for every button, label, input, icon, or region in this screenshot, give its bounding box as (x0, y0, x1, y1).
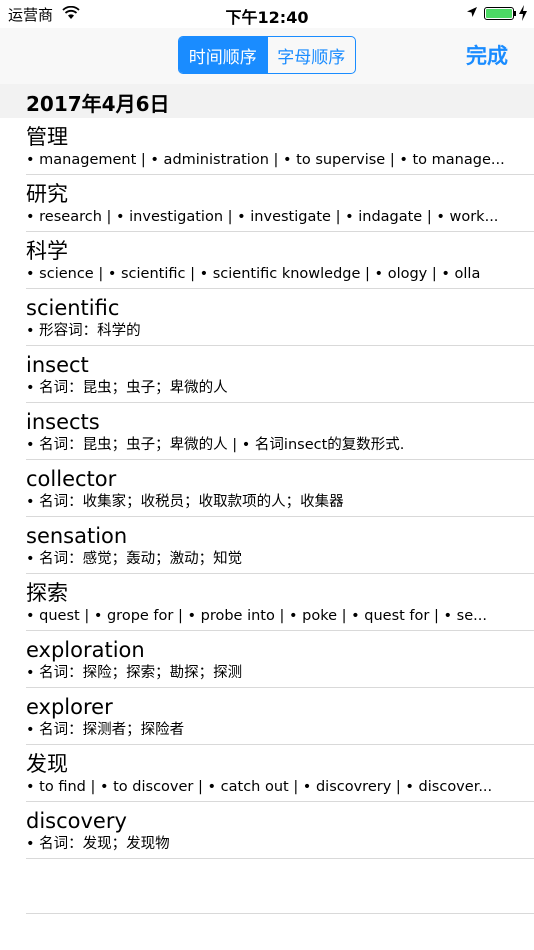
entry-word: insects (26, 410, 100, 434)
entry-word: collector (26, 467, 117, 491)
entry-word: 探索 (26, 581, 68, 605)
word-list: 管理 • management | • administration | • t… (0, 118, 534, 859)
list-item[interactable]: insect • 名词：昆虫；虫子；卑微的人 (26, 346, 534, 403)
entry-word: 管理 (26, 125, 68, 149)
entry-word: insect (26, 353, 89, 377)
status-bar: 运营商 下午12:40 (0, 0, 534, 28)
entry-word: sensation (26, 524, 128, 548)
entry-word: 科学 (26, 239, 68, 263)
entry-word: exploration (26, 638, 145, 662)
entry-word: explorer (26, 695, 113, 719)
entry-definition: • 名词：昆虫；虫子；卑微的人 | • 名词insect的复数形式. (26, 437, 405, 453)
battery-icon (484, 7, 514, 20)
list-item[interactable]: exploration • 名词：探险；探索；勘探；探测 (26, 631, 534, 688)
entry-definition: • 名词：收集家；收税员；收取款项的人；收集器 (26, 494, 344, 510)
entry-definition: • 名词：发现；发现物 (26, 836, 170, 852)
entry-word: 研究 (26, 182, 68, 206)
list-item[interactable]: 探索 • quest | • grope for | • probe into … (26, 574, 534, 631)
entry-definition: • research | • investigation | • investi… (26, 209, 499, 225)
section-header: 2017年4月6日 (0, 84, 534, 118)
entry-definition: • 名词：昆虫；虫子；卑微的人 (26, 380, 228, 396)
entry-definition: • to find | • to discover | • catch out … (26, 779, 493, 795)
entry-word: 发现 (26, 752, 68, 776)
entry-word: scientific (26, 296, 120, 320)
segment-time-order[interactable]: 时间顺序 (179, 37, 267, 73)
list-item[interactable]: 研究 • research | • investigation | • inve… (26, 175, 534, 232)
list-item[interactable]: insects • 名词：昆虫；虫子；卑微的人 | • 名词insect的复数形… (26, 403, 534, 460)
navigation-bar: 时间顺序 字母顺序 完成 (0, 28, 534, 85)
list-item[interactable]: sensation • 名词：感觉；轰动；激动；知觉 (26, 517, 534, 574)
list-item[interactable]: 发现 • to find | • to discover | • catch o… (26, 745, 534, 802)
entry-definition: • science | • scientific | • scientific … (26, 266, 481, 282)
list-item[interactable]: discovery • 名词：发现；发现物 (26, 802, 534, 859)
entry-word: discovery (26, 809, 127, 833)
entry-definition: • 名词：探测者；探险者 (26, 722, 185, 738)
charging-bolt-icon (519, 5, 527, 21)
empty-row-separator (26, 913, 534, 914)
list-item[interactable]: collector • 名词：收集家；收税员；收取款项的人；收集器 (26, 460, 534, 517)
sort-order-segmented-control: 时间顺序 字母顺序 (178, 36, 356, 74)
battery-tip (514, 11, 516, 16)
list-item[interactable]: 管理 • management | • administration | • t… (26, 118, 534, 175)
list-item[interactable]: scientific • 形容词：科学的 (26, 289, 534, 346)
status-time: 下午12:40 (225, 8, 309, 27)
entry-definition: • 名词：探险；探索；勘探；探测 (26, 665, 243, 681)
done-button[interactable]: 完成 (466, 40, 508, 70)
segment-alphabetical-order[interactable]: 字母顺序 (266, 37, 356, 73)
list-item[interactable]: explorer • 名词：探测者；探险者 (26, 688, 534, 745)
location-arrow-icon (467, 7, 477, 17)
entry-definition: • quest | • grope for | • probe into | •… (26, 608, 487, 624)
entry-definition: • management | • administration | • to s… (26, 152, 505, 168)
entry-definition: • 形容词：科学的 (26, 323, 141, 339)
entry-definition: • 名词：感觉；轰动；激动；知觉 (26, 551, 243, 567)
section-date: 2017年4月6日 (26, 92, 170, 116)
list-item[interactable]: 科学 • science | • scientific | • scientif… (26, 232, 534, 289)
